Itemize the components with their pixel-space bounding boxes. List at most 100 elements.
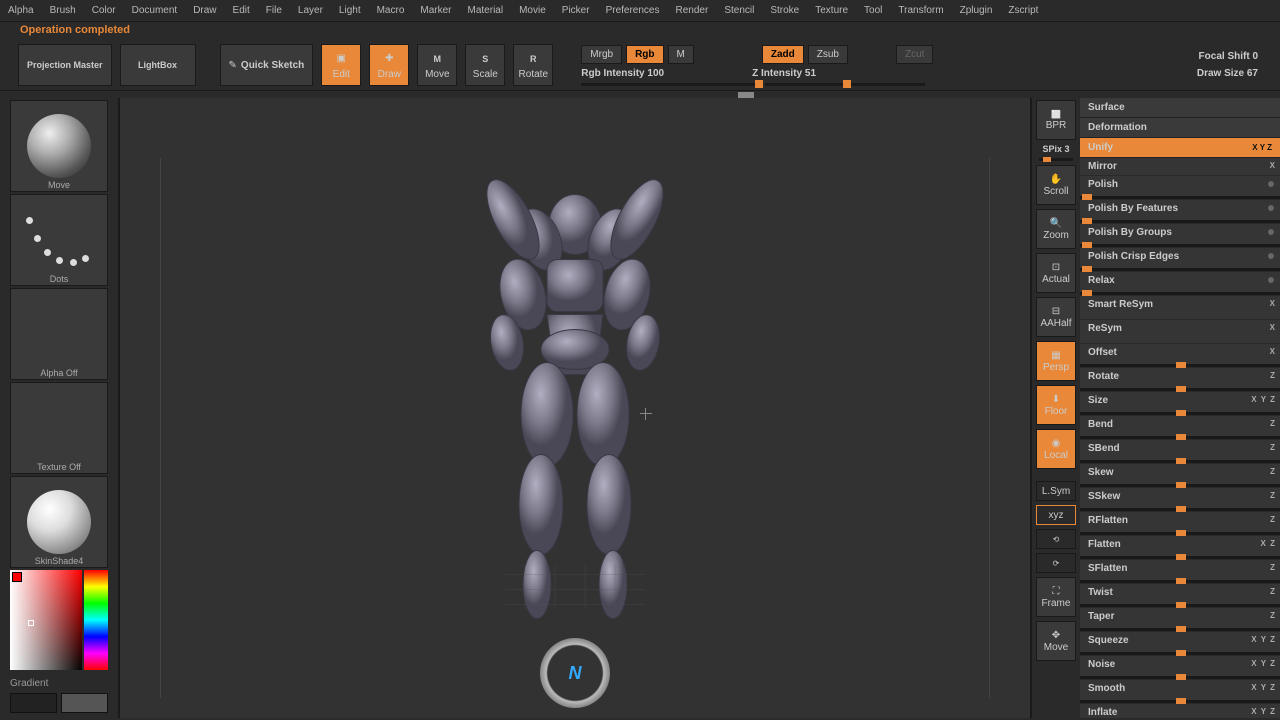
- texture-thumbnail[interactable]: Texture Off: [10, 382, 108, 474]
- poly-z-button[interactable]: ⟳: [1036, 553, 1076, 573]
- xyz-button[interactable]: xyz: [1036, 505, 1076, 525]
- menu-brush[interactable]: Brush: [50, 5, 76, 16]
- menu-document[interactable]: Document: [132, 5, 178, 16]
- menu-color[interactable]: Color: [92, 5, 116, 16]
- gradient-swatches[interactable]: [10, 693, 108, 713]
- menu-material[interactable]: Material: [468, 5, 504, 16]
- def-polish-by-features[interactable]: Polish By Features: [1080, 200, 1280, 224]
- frame-button[interactable]: ⛶Frame: [1036, 577, 1076, 617]
- def-rotate[interactable]: RotateZ: [1080, 368, 1280, 392]
- def-slider[interactable]: [1080, 196, 1280, 199]
- menu-layer[interactable]: Layer: [298, 5, 323, 16]
- draw-mode-button[interactable]: ✚ Draw: [369, 44, 409, 86]
- menu-picker[interactable]: Picker: [562, 5, 590, 16]
- mrgb-button[interactable]: Mrgb: [581, 45, 622, 64]
- menu-texture[interactable]: Texture: [815, 5, 848, 16]
- zadd-button[interactable]: Zadd: [762, 45, 804, 64]
- def-slider[interactable]: [1080, 460, 1280, 463]
- menu-transform[interactable]: Transform: [898, 5, 943, 16]
- lsym-button[interactable]: L.Sym: [1036, 481, 1076, 501]
- def-slider[interactable]: [1080, 580, 1280, 583]
- rgb-button[interactable]: Rgb: [626, 45, 663, 64]
- menu-zscript[interactable]: Zscript: [1008, 5, 1038, 16]
- material-thumbnail[interactable]: SkinShade4: [10, 476, 108, 568]
- def-sbend[interactable]: SBendZ: [1080, 440, 1280, 464]
- deformation-header[interactable]: Deformation: [1080, 118, 1280, 138]
- def-smooth[interactable]: SmoothX Y Z: [1080, 680, 1280, 704]
- def-squeeze[interactable]: SqueezeX Y Z: [1080, 632, 1280, 656]
- menu-marker[interactable]: Marker: [420, 5, 451, 16]
- rgb-intensity-slider[interactable]: [581, 83, 761, 86]
- menu-zplugin[interactable]: Zplugin: [960, 5, 993, 16]
- canvas-scroll-bar[interactable]: [0, 90, 1280, 98]
- rotate-mode-button[interactable]: R Rotate: [513, 44, 553, 86]
- local-button[interactable]: ◉Local: [1036, 429, 1076, 469]
- stroke-thumbnail[interactable]: Dots: [10, 194, 108, 286]
- surface-header[interactable]: Surface: [1080, 98, 1280, 118]
- zcut-button[interactable]: Zcut: [896, 45, 933, 64]
- def-slider[interactable]: [1080, 388, 1280, 391]
- def-smart-resym[interactable]: Smart ReSymX: [1080, 296, 1280, 320]
- def-taper[interactable]: TaperZ: [1080, 608, 1280, 632]
- def-slider[interactable]: [1080, 292, 1280, 295]
- def-offset[interactable]: OffsetX: [1080, 344, 1280, 368]
- menu-light[interactable]: Light: [339, 5, 361, 16]
- def-slider[interactable]: [1080, 364, 1280, 367]
- menu-render[interactable]: Render: [676, 5, 709, 16]
- menu-preferences[interactable]: Preferences: [606, 5, 660, 16]
- def-slider[interactable]: [1080, 604, 1280, 607]
- scroll-button[interactable]: ✋Scroll: [1036, 165, 1076, 205]
- menu-file[interactable]: File: [266, 5, 282, 16]
- def-noise[interactable]: NoiseX Y Z: [1080, 656, 1280, 680]
- scale-mode-button[interactable]: S Scale: [465, 44, 505, 86]
- def-polish-by-groups[interactable]: Polish By Groups: [1080, 224, 1280, 248]
- def-slider[interactable]: [1080, 436, 1280, 439]
- projection-master-button[interactable]: Projection Master: [18, 44, 112, 86]
- floor-button[interactable]: ⬇Floor: [1036, 385, 1076, 425]
- menu-tool[interactable]: Tool: [864, 5, 882, 16]
- move-mode-button[interactable]: M Move: [417, 44, 457, 86]
- menu-macro[interactable]: Macro: [377, 5, 405, 16]
- def-slider[interactable]: [1080, 484, 1280, 487]
- def-polish-crisp-edges[interactable]: Polish Crisp Edges: [1080, 248, 1280, 272]
- def-slider[interactable]: [1080, 532, 1280, 535]
- def-slider[interactable]: [1080, 676, 1280, 679]
- poly-y-button[interactable]: ⟲: [1036, 529, 1076, 549]
- menu-movie[interactable]: Movie: [519, 5, 546, 16]
- z-intensity-slider[interactable]: [765, 83, 925, 86]
- def-slider[interactable]: [1080, 628, 1280, 631]
- alpha-thumbnail[interactable]: Alpha Off: [10, 288, 108, 380]
- def-flatten[interactable]: FlattenX Z: [1080, 536, 1280, 560]
- def-slider[interactable]: [1080, 220, 1280, 223]
- brush-thumbnail[interactable]: Move: [10, 100, 108, 192]
- def-slider[interactable]: [1080, 556, 1280, 559]
- menu-edit[interactable]: Edit: [233, 5, 250, 16]
- persp-button[interactable]: ▦Persp: [1036, 341, 1076, 381]
- menu-stroke[interactable]: Stroke: [770, 5, 799, 16]
- canvas-viewport[interactable]: N: [118, 98, 1032, 718]
- unify-header[interactable]: UnifyX Y Z: [1080, 138, 1280, 158]
- def-sflatten[interactable]: SFlattenZ: [1080, 560, 1280, 584]
- mirror-item[interactable]: Mirror X: [1080, 158, 1280, 176]
- def-polish[interactable]: Polish: [1080, 176, 1280, 200]
- zoom-button[interactable]: 🔍Zoom: [1036, 209, 1076, 249]
- def-slider[interactable]: [1080, 700, 1280, 703]
- def-slider[interactable]: [1080, 508, 1280, 511]
- zsub-button[interactable]: Zsub: [808, 45, 848, 64]
- edit-mode-button[interactable]: ▣ Edit: [321, 44, 361, 86]
- def-sskew[interactable]: SSkewZ: [1080, 488, 1280, 512]
- quick-sketch-button[interactable]: ✎ Quick Sketch: [220, 44, 314, 86]
- def-slider[interactable]: [1080, 268, 1280, 271]
- move-view-button[interactable]: ✥Move: [1036, 621, 1076, 661]
- menu-draw[interactable]: Draw: [193, 5, 216, 16]
- color-picker[interactable]: [10, 570, 108, 674]
- actual-button[interactable]: ⊡Actual: [1036, 253, 1076, 293]
- def-skew[interactable]: SkewZ: [1080, 464, 1280, 488]
- def-inflate[interactable]: InflateX Y Z: [1080, 704, 1280, 718]
- def-rflatten[interactable]: RFlattenZ: [1080, 512, 1280, 536]
- def-size[interactable]: SizeX Y Z: [1080, 392, 1280, 416]
- menu-alpha[interactable]: Alpha: [8, 5, 34, 16]
- def-resym[interactable]: ReSymX: [1080, 320, 1280, 344]
- def-bend[interactable]: BendZ: [1080, 416, 1280, 440]
- def-relax[interactable]: Relax: [1080, 272, 1280, 296]
